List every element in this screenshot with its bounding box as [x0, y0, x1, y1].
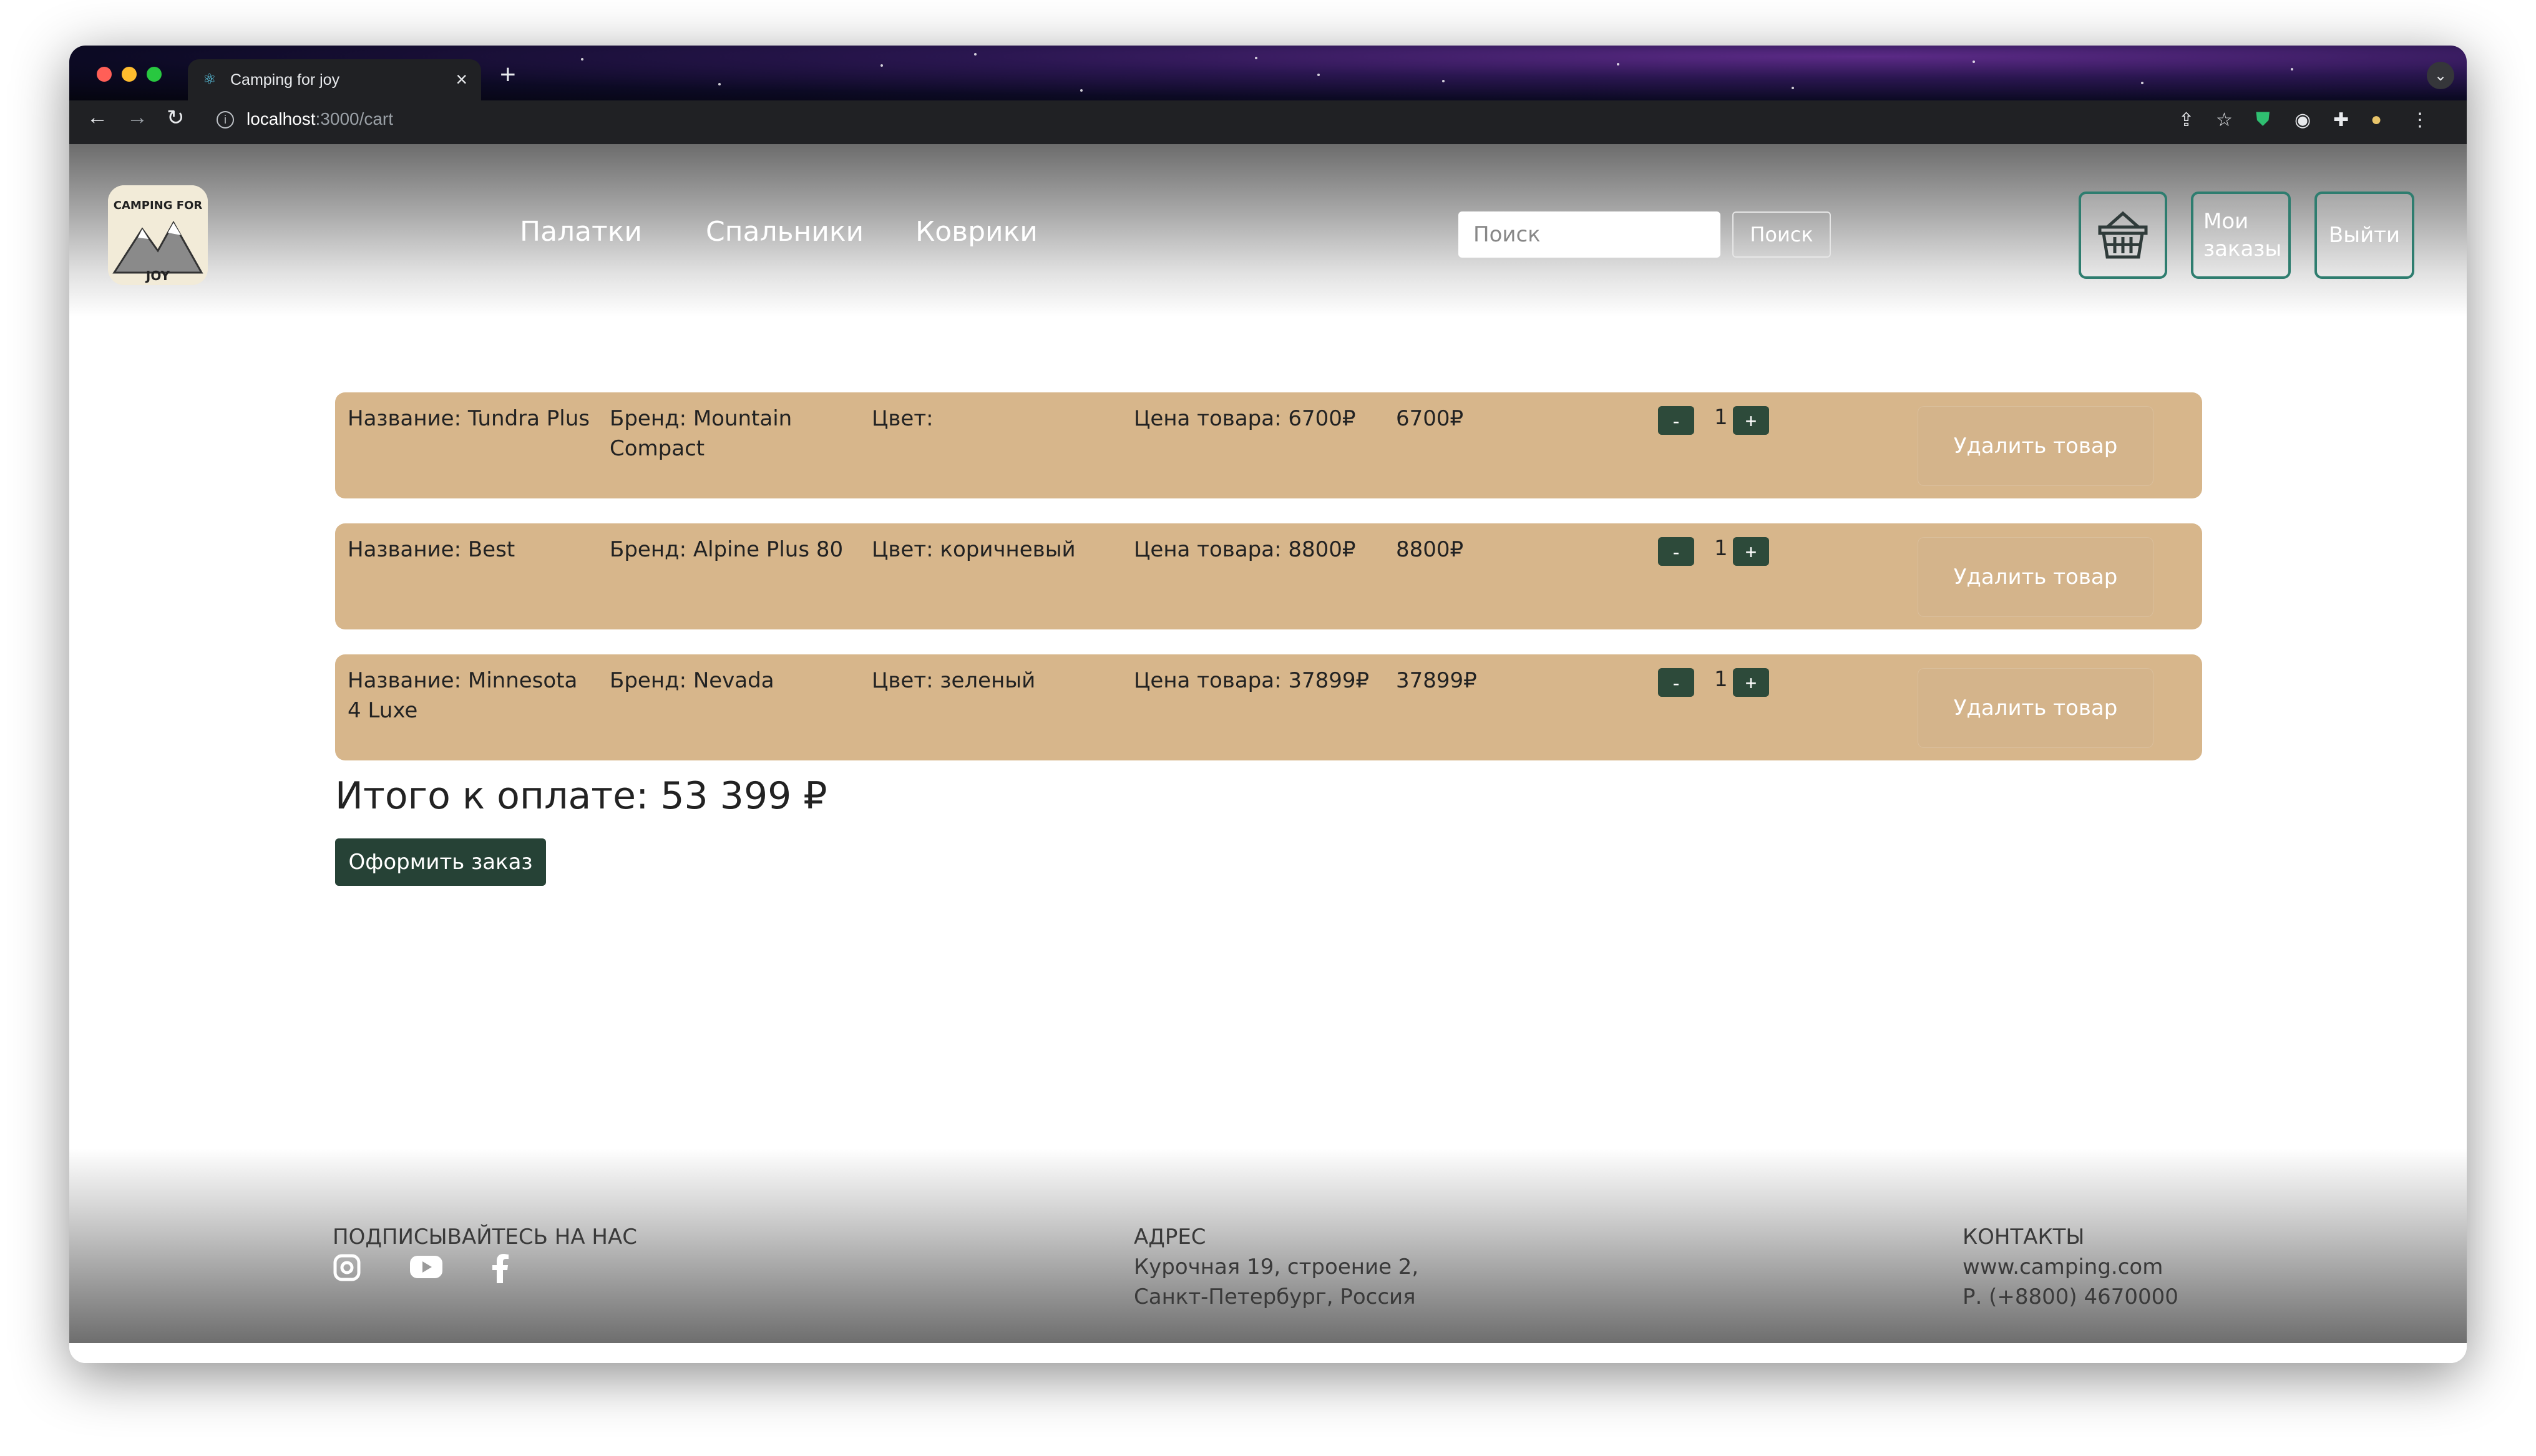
instagram-icon[interactable] [333, 1253, 361, 1288]
increase-quantity-button[interactable]: + [1733, 537, 1769, 566]
nav-link-mats[interactable]: Коврики [915, 216, 1038, 248]
url-path: :3000/cart [315, 109, 394, 129]
cart-button[interactable] [2079, 192, 2167, 279]
minimize-window-button[interactable] [122, 67, 137, 82]
item-color: Цвет: коричневый [872, 537, 1076, 562]
address-line-2: Санкт-Петербург, Россия [1134, 1284, 1416, 1309]
search-input[interactable] [1458, 211, 1720, 258]
item-total: 6700₽ [1396, 406, 1464, 431]
tab-close-icon[interactable]: × [456, 68, 467, 91]
shield-extension-icon[interactable]: ⛊ [2256, 109, 2270, 130]
react-favicon-icon: ⚛ [203, 71, 217, 88]
new-tab-button[interactable]: + [500, 59, 516, 90]
cart-item: Название: Best Бренд: Alpine Plus 80 Цве… [335, 523, 2202, 629]
search-button[interactable]: Поиск [1732, 211, 1831, 258]
item-name: Название: Minnesota 4 Luxe [348, 668, 578, 723]
contacts-website[interactable]: www.camping.com [1963, 1252, 2178, 1282]
site-logo[interactable]: CAMPING FOR JOY [108, 185, 208, 285]
address-line-1: Курочная 19, строение 2, [1134, 1255, 1419, 1279]
forward-arrow-icon[interactable]: → [127, 105, 148, 130]
tab-strip: ⚛ Camping for joy × + ⌄ [69, 46, 2467, 100]
decrease-quantity-button[interactable]: - [1658, 668, 1694, 697]
profile-avatar-icon[interactable]: ● [2371, 109, 2382, 130]
subscribe-heading: ПОДПИСЫВАЙТЕСЬ НА НАС [333, 1225, 637, 1250]
youtube-icon[interactable] [409, 1253, 444, 1286]
nav-link-sleeping-bags[interactable]: Спальники [706, 216, 864, 248]
puzzle-extensions-icon[interactable]: ✚ [2333, 109, 2349, 131]
remove-item-button[interactable]: Удалить товар [1918, 537, 2153, 617]
logo-text-bottom: JOY [145, 268, 170, 283]
bookmark-star-icon[interactable]: ☆ [2216, 109, 2233, 131]
item-quantity: 1 [1714, 667, 1728, 692]
item-color: Цвет: зеленый [872, 668, 1036, 693]
item-quantity: 1 [1714, 405, 1728, 430]
back-arrow-icon[interactable]: ← [87, 105, 108, 130]
item-name: Название: Tundra Plus [348, 406, 590, 431]
cart-item: Название: Minnesota 4 Luxe Бренд: Nevada… [335, 654, 2202, 760]
my-orders-button[interactable]: Мои заказы [2191, 192, 2291, 279]
page-content: CAMPING FOR JOY Палатки Спальники Коврик… [69, 144, 2467, 1363]
mountains-logo-icon: CAMPING FOR JOY [108, 185, 208, 285]
decrease-quantity-button[interactable]: - [1658, 537, 1694, 566]
footer-subscribe: ПОДПИСЫВАЙТЕСЬ НА НАС [333, 1222, 637, 1252]
footer-contacts: КОНТАКТЫ www.camping.com Р. (+8800) 4670… [1963, 1222, 2178, 1312]
checkout-button[interactable]: Оформить заказ [335, 838, 546, 886]
footer-address: АДРЕС Курочная 19, строение 2, Санкт-Пет… [1134, 1222, 1418, 1312]
item-brand: Бренд: Mountain Compact [610, 406, 792, 461]
browser-window: ⚛ Camping for joy × + ⌄ ← → ↻ i localhos… [69, 46, 2467, 1363]
item-color: Цвет: [872, 406, 934, 431]
site-info-icon[interactable]: i [217, 111, 234, 129]
maximize-window-button[interactable] [147, 67, 162, 82]
item-unit-price: Цена товара: 37899₽ [1134, 668, 1370, 693]
logo-text-top: CAMPING FOR [114, 199, 203, 212]
basket-icon [2098, 211, 2148, 259]
increase-quantity-button[interactable]: + [1733, 668, 1769, 697]
browser-tab[interactable]: ⚛ Camping for joy × [188, 59, 481, 100]
decrease-quantity-button[interactable]: - [1658, 406, 1694, 435]
close-window-button[interactable] [97, 67, 112, 82]
remove-item-button[interactable]: Удалить товар [1918, 668, 2153, 748]
contacts-phone: Р. (+8800) 4670000 [1963, 1284, 2178, 1309]
tab-search-icon[interactable]: ⌄ [2427, 62, 2454, 89]
site-header: CAMPING FOR JOY Палатки Спальники Коврик… [69, 144, 2467, 317]
item-total: 37899₽ [1396, 668, 1477, 693]
cart-item: Название: Tundra Plus Бренд: Mountain Co… [335, 392, 2202, 498]
tab-title: Camping for joy [230, 71, 340, 89]
increase-quantity-button[interactable]: + [1733, 406, 1769, 435]
reload-icon[interactable]: ↻ [167, 105, 185, 130]
share-icon[interactable]: ⇪ [2178, 109, 2194, 131]
item-unit-price: Цена товара: 8800₽ [1134, 537, 1356, 562]
browser-toolbar: ← → ↻ i localhost:3000/cart ⇪ ☆ ⛊ ◉ ✚ ● … [69, 100, 2467, 139]
toolbar-divider [69, 139, 2467, 144]
remove-item-button[interactable]: Удалить товар [1918, 406, 2153, 486]
site-footer: ПОДПИСЫВАЙТЕСЬ НА НАС АДРЕС Курочная 19,… [69, 1148, 2467, 1343]
item-unit-price: Цена товара: 6700₽ [1134, 406, 1356, 431]
address-heading: АДРЕС [1134, 1225, 1206, 1250]
facebook-icon[interactable] [491, 1253, 510, 1289]
url-host: localhost [246, 109, 316, 129]
item-quantity: 1 [1714, 536, 1728, 561]
browser-menu-icon[interactable]: ⋮ [2411, 109, 2429, 131]
order-total: Итого к оплате: 53 399 ₽ [335, 774, 827, 818]
nav-link-tents[interactable]: Палатки [520, 216, 642, 248]
item-brand: Бренд: Nevada [610, 668, 774, 693]
item-total: 8800₽ [1396, 537, 1464, 562]
address-bar[interactable]: localhost:3000/cart [246, 109, 393, 129]
logout-button[interactable]: Выйти [2314, 192, 2414, 279]
item-brand: Бренд: Alpine Plus 80 [610, 537, 844, 562]
contacts-heading: КОНТАКТЫ [1963, 1225, 2085, 1250]
item-name: Название: Best [348, 537, 515, 562]
extension-circle-icon[interactable]: ◉ [2295, 109, 2311, 131]
